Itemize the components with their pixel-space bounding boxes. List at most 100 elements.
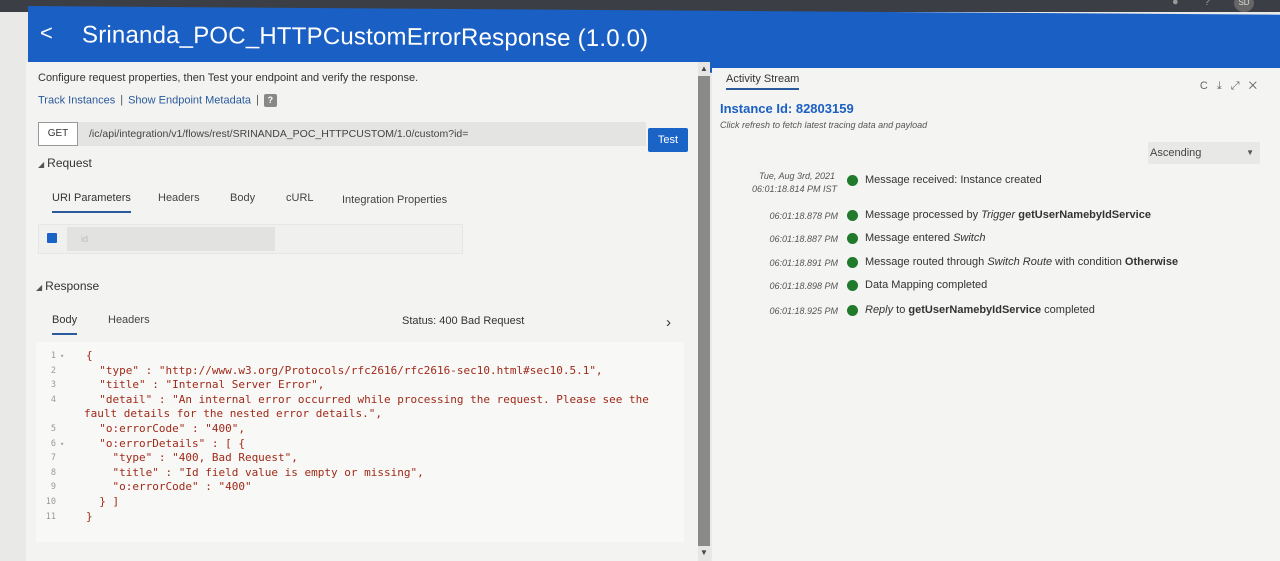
test-panel: Configure request properties, then Test … [26,62,698,561]
event-message-part: Message routed through [865,256,988,268]
panel-tools[interactable]: C ⤓ ⤢ ✕ [1200,80,1260,93]
code-line: "o:errorDetails" : [ { [86,436,245,450]
back-icon[interactable]: < [40,20,53,46]
code-line: "detail" : "An internal error occurred w… [86,392,649,406]
line-number: 2 [50,365,56,376]
event-message-part: Switch Route [987,256,1053,268]
activity-event: Message received: Instance created [712,174,1272,190]
event-message[interactable]: Message routed through Switch Route with… [865,256,1178,268]
event-message-part: Reply [865,304,894,316]
tab-headers[interactable]: Headers [158,192,200,204]
event-time: 06:01:18.898 PM [769,281,838,291]
page-title: Srinanda_POC_HTTPCustomErrorResponse (1.… [82,21,649,53]
code-line: "type" : "400, Bad Request", [86,451,298,465]
event-message-part: with condition [1052,256,1125,268]
event-message[interactable]: Message received: Instance created [865,174,1042,186]
event-time: 06:01:18.878 PM [769,211,838,221]
status-dot-icon [847,257,858,268]
tab-curl[interactable]: cURL [286,192,314,204]
url-input[interactable]: /ic/api/integration/v1/flows/rest/SRINAN… [78,122,646,146]
separator: | [120,94,124,107]
event-time: 06:01:18.887 PM [769,234,838,244]
line-number: 9 [50,482,56,493]
intro-text: Configure request properties, then Test … [38,72,419,84]
code-line: "title" : "Id field value is empty or mi… [86,465,424,479]
bell-icon[interactable]: ● [1172,0,1179,8]
code-line: "title" : "Internal Server Error", [86,378,325,392]
request-url-row: GET /ic/api/integration/v1/flows/rest/SR… [38,122,648,146]
fold-icon[interactable]: ▾ [60,352,64,360]
response-section-toggle[interactable]: ◢ Response [36,279,99,293]
request-section-toggle[interactable]: ◢ Request [38,156,92,170]
track-instances-link[interactable]: Track Instances [38,94,115,106]
method-select[interactable]: GET [38,122,78,146]
response-code-editor[interactable]: 1 ▾ {2 "type" : "http://www.w3.org/Protoco… [36,342,684,542]
status-dot-icon [847,210,858,221]
status-dot-icon [847,305,858,316]
show-metadata-link[interactable]: Show Endpoint Metadata [128,94,251,106]
scroll-up-icon[interactable]: ▲ [700,64,708,73]
scroll-down-icon[interactable]: ▼ [700,548,708,557]
tab-uri-parameters[interactable]: URI Parameters [52,192,131,213]
code-line: "type" : "http://www.w3.org/Protocols/rf… [86,363,603,377]
vertical-scrollbar[interactable]: ▲ ▼ [698,62,710,561]
line-number: 5 [50,424,56,434]
event-message-part: Switch [953,232,986,244]
tab-response-body[interactable]: Body [52,314,78,335]
scrollbar-thumb[interactable] [698,76,710,546]
event-message-part: getUserNamebyIdService [908,304,1042,316]
param-value-input[interactable]: id [67,227,275,251]
line-number: 1 [50,351,56,361]
help-icon[interactable]: ? [1204,0,1210,8]
collapse-icon: ◢ [36,283,43,292]
code-line: } [86,509,93,523]
event-message[interactable]: Data Mapping completed [865,279,987,291]
event-message-part: getUserNamebyIdService [1018,209,1151,221]
test-button[interactable]: Test [648,128,688,152]
avatar[interactable]: SD [1234,0,1254,12]
event-time: 06:01:18.891 PM [769,258,838,268]
chevron-down-icon: ▼ [1246,148,1254,157]
activity-event: 06:01:18.887 PM Message entered Switch [712,232,1272,248]
event-message-part: Message processed by [865,209,982,221]
line-number: 10 [45,497,56,507]
param-checkbox[interactable] [47,233,57,243]
status-dot-icon [847,175,858,186]
line-number: 3 [50,380,56,391]
event-message[interactable]: Message processed by Trigger getUserName… [865,209,1151,221]
response-status: Status: 400 Bad Request [402,315,525,327]
line-number: 11 [45,511,56,522]
activity-event: 06:01:18.891 PM Message routed through Sw… [712,256,1272,272]
code-line: } ] [86,495,120,508]
activity-stream-panel: Activity Stream C ⤓ ⤢ ✕ Instance Id: 828… [712,68,1280,561]
event-message[interactable]: Reply to getUserNamebyIdService complete… [865,304,1095,316]
links-row: Track Instances | Show Endpoint Metadata |? [38,94,277,107]
line-number: 4 [50,394,56,405]
line-number: 6 [50,438,56,449]
event-message-part: Message entered [865,232,954,244]
chevron-right-icon[interactable]: › [666,314,671,331]
tab-response-headers[interactable]: Headers [108,314,150,326]
code-line: "o:errorCode" : "400", [86,422,245,435]
event-message-part: completed [1041,304,1095,316]
activity-event: 06:01:18.925 PM Reply to getUserNamebyIdS… [712,304,1272,320]
uri-parameter-row: id [38,224,463,254]
event-message[interactable]: Message entered Switch [865,232,985,244]
code-line: "o:errorCode" : "400" [86,480,252,494]
collapse-icon: ◢ [38,160,45,169]
line-number: 8 [50,467,56,478]
event-message-part: Trigger [981,209,1016,221]
event-message-part: to [893,304,909,316]
fold-icon[interactable]: ▾ [60,440,64,448]
activity-event: 06:01:18.898 PM Data Mapping completed [712,279,1272,295]
tab-activity-stream[interactable]: Activity Stream [726,73,800,90]
separator: | [256,94,259,107]
sort-order-select[interactable]: Ascending ▼ [1148,142,1260,164]
tab-body[interactable]: Body [230,192,255,204]
tab-integration-properties[interactable]: Integration Properties [342,194,447,206]
line-number: 7 [50,453,56,464]
event-time: 06:01:18.925 PM [769,306,838,316]
status-dot-icon [847,233,858,244]
code-line: fault details for the nested error detai… [84,407,383,421]
help-icon[interactable]: ? [263,94,277,107]
